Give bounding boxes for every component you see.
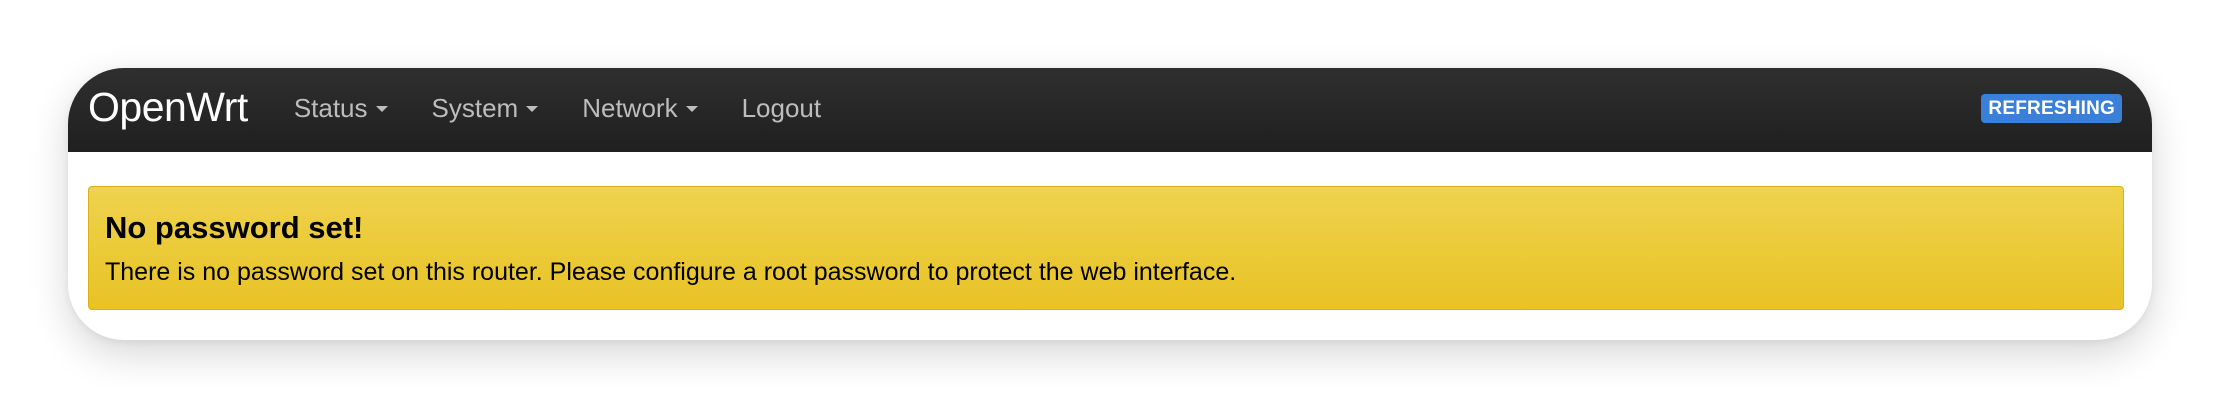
refreshing-badge[interactable]: REFRESHING bbox=[1981, 94, 2122, 123]
menu-logout[interactable]: Logout bbox=[720, 93, 844, 124]
page-card: OpenWrt Status System Network Logout REF… bbox=[68, 68, 2152, 340]
chevron-down-icon bbox=[375, 106, 388, 112]
alert-message: There is no password set on this router.… bbox=[105, 258, 1237, 287]
menu-status[interactable]: Status bbox=[272, 93, 410, 124]
menu-status-label: Status bbox=[293, 92, 368, 123]
chevron-down-icon bbox=[685, 106, 698, 112]
top-navbar: OpenWrt Status System Network Logout REF… bbox=[68, 68, 2152, 152]
brand-logo-link[interactable]: OpenWrt bbox=[88, 86, 248, 128]
menu-system-label: System bbox=[431, 92, 519, 123]
menu-network[interactable]: Network bbox=[560, 93, 719, 124]
no-password-alert: No password set! There is no password se… bbox=[88, 186, 2124, 310]
menu-logout-label: Logout bbox=[741, 92, 822, 123]
chevron-down-icon bbox=[526, 106, 539, 112]
menu-network-label: Network bbox=[582, 92, 678, 123]
menu-system[interactable]: System bbox=[410, 93, 561, 124]
alert-title: No password set! bbox=[105, 210, 364, 245]
main-menu: Status System Network Logout bbox=[272, 93, 843, 124]
